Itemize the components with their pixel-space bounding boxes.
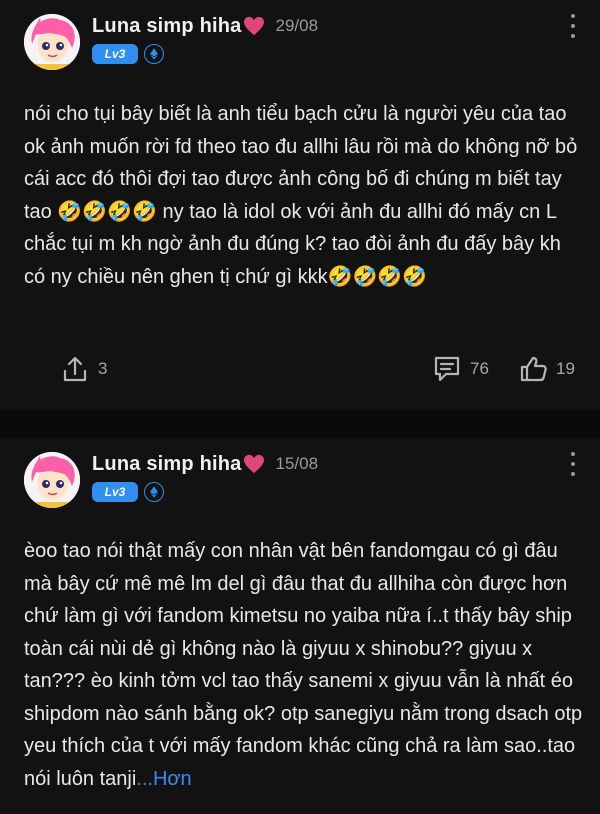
heart-icon [243, 454, 265, 474]
like-button[interactable]: 19 [518, 354, 575, 384]
ethereum-icon [144, 44, 164, 64]
more-vertical-icon[interactable] [568, 452, 578, 476]
comment-count: 76 [470, 359, 489, 378]
read-more-link[interactable]: ...Hơn [136, 768, 191, 790]
more-vertical-icon[interactable] [568, 14, 578, 38]
share-button[interactable]: 3 [60, 354, 107, 384]
post-card[interactable]: Luna simp hiha 29/08 Lv3 nói cho tụi bây… [0, 0, 600, 410]
post-date: 15/08 [275, 454, 319, 473]
author-name[interactable]: Luna simp hiha [92, 15, 241, 38]
share-icon [63, 356, 87, 382]
level-badge: Lv3 [92, 44, 138, 64]
heart-icon [243, 16, 265, 36]
thumbs-up-icon [520, 356, 547, 382]
post-divider [0, 410, 600, 438]
like-count: 19 [556, 359, 575, 378]
post-content: èoo tao nói thật mấy con nhân vật bên fa… [24, 535, 584, 795]
avatar[interactable] [24, 14, 80, 70]
comment-icon [434, 356, 460, 382]
comment-button[interactable]: 76 [432, 354, 489, 384]
ethereum-icon [144, 482, 164, 502]
level-badge: Lv3 [92, 482, 138, 502]
post-date: 29/08 [275, 16, 319, 35]
author-name[interactable]: Luna simp hiha [92, 453, 241, 476]
post-content: nói cho tụi bây biết là anh tiểu bạch cử… [24, 103, 583, 288]
post-content-text: èoo tao nói thật mấy con nhân vật bên fa… [24, 540, 588, 790]
share-count: 3 [98, 359, 108, 378]
post-card[interactable]: Luna simp hiha 15/08 Lv3 èoo tao nói thậ… [0, 438, 600, 814]
avatar[interactable] [24, 452, 80, 508]
